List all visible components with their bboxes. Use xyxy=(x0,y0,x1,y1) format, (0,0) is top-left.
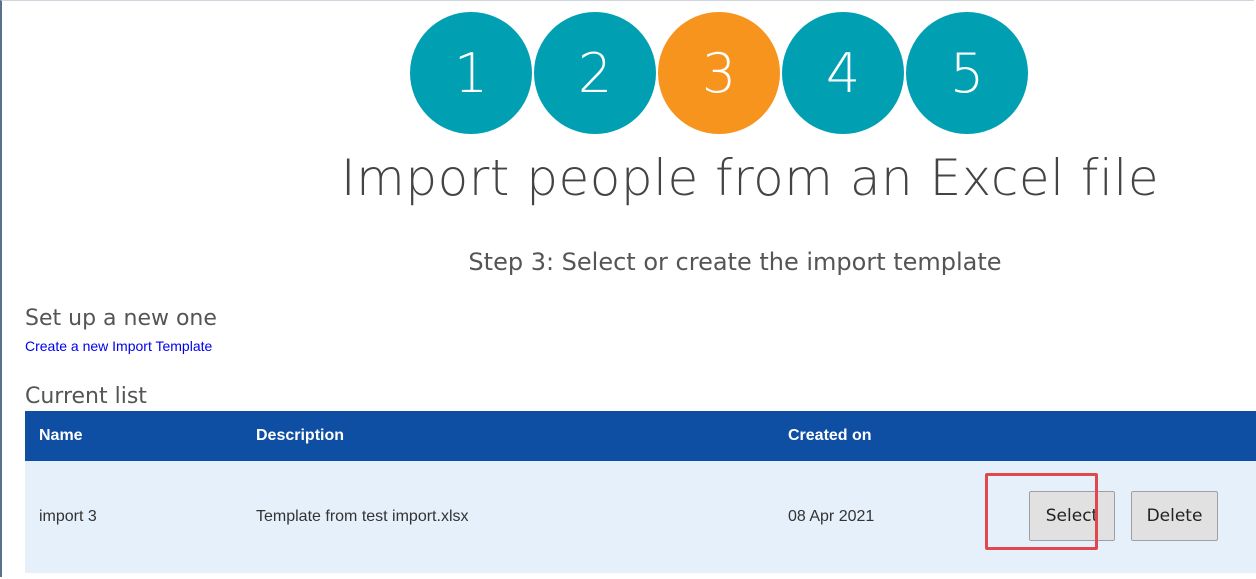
column-header-description: Description xyxy=(256,427,345,444)
column-header-name: Name xyxy=(39,427,83,444)
current-list-heading: Current list xyxy=(25,384,147,409)
page-frame: 1 2 3 4 5 Import people from an Excel fi… xyxy=(0,0,1256,577)
row-description: Template from test import.xlsx xyxy=(256,508,469,525)
select-button[interactable]: Select xyxy=(1029,491,1115,541)
step-3-active[interactable]: 3 xyxy=(658,12,780,134)
step-subtitle: Step 3: Select or create the import temp… xyxy=(468,248,1002,276)
create-template-link[interactable]: Create a new Import Template xyxy=(25,338,212,354)
table-row: import 3 Template from test import.xlsx … xyxy=(25,461,1256,573)
column-header-created-on: Created on xyxy=(788,427,872,444)
row-created-on: 08 Apr 2021 xyxy=(788,508,875,525)
step-1[interactable]: 1 xyxy=(410,12,532,134)
templates-table: Name Description Created on import 3 Tem… xyxy=(25,411,1256,573)
step-4[interactable]: 4 xyxy=(782,12,904,134)
wizard-steps: 1 2 3 4 5 xyxy=(410,12,1028,134)
table-header: Name Description Created on xyxy=(25,411,1256,461)
page-title: Import people from an Excel file xyxy=(340,149,1160,207)
step-2[interactable]: 2 xyxy=(534,12,656,134)
delete-button[interactable]: Delete xyxy=(1131,491,1218,541)
step-5[interactable]: 5 xyxy=(906,12,1028,134)
new-template-heading: Set up a new one xyxy=(25,306,217,331)
row-name: import 3 xyxy=(39,508,97,525)
